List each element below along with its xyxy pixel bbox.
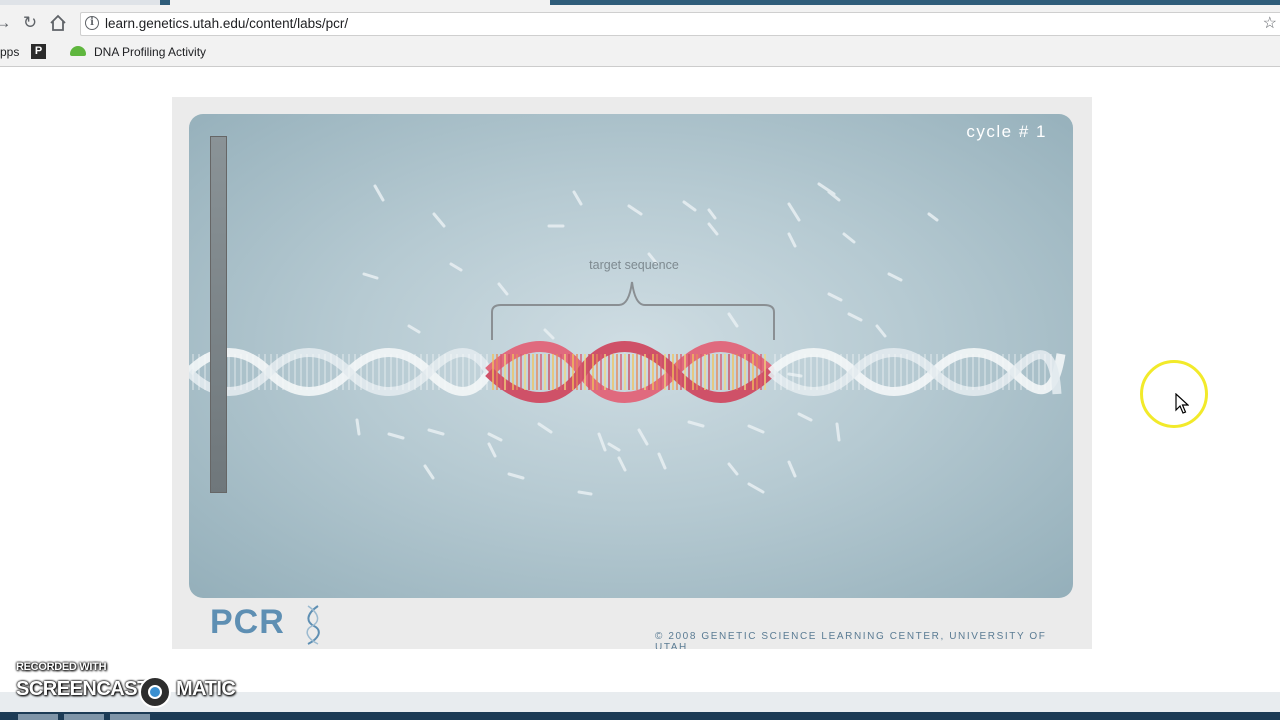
home-icon[interactable] (45, 10, 71, 36)
reload-icon[interactable]: ↻ (17, 10, 43, 36)
watermark-brand-left: SCREENCAST (16, 678, 149, 700)
target-bracket (491, 281, 775, 340)
pcr-logo: PCR (210, 603, 285, 641)
mouse-pointer-icon (1175, 393, 1189, 414)
bookmark-dna-profiling[interactable]: DNA Profiling Activity (94, 45, 206, 59)
cursor-highlight-ring (1140, 360, 1208, 428)
taskbar (0, 712, 1280, 720)
taskbar-item[interactable] (110, 714, 150, 720)
address-bar[interactable]: i learn.genetics.utah.edu/content/labs/p… (80, 12, 1280, 36)
browser-toolbar: → ↻ i learn.genetics.utah.edu/content/la… (0, 5, 1280, 41)
info-icon[interactable]: i (85, 16, 99, 30)
taskbar-item[interactable] (64, 714, 104, 720)
thermocycler-progress-bar (210, 136, 227, 493)
cycle-counter: cycle # 1 (966, 122, 1047, 141)
target-sequence-label: target sequence (589, 258, 679, 272)
bookmark-star-icon[interactable]: ☆ (1263, 13, 1277, 33)
background-dna-left (189, 348, 493, 396)
background-dna-right (767, 348, 1066, 396)
bookmark-p-icon[interactable]: P (31, 44, 46, 59)
forward-icon[interactable]: → (0, 10, 16, 36)
watermark-brand-right: MATIC (176, 678, 236, 700)
pcr-lab-frame: cycle # 1 target sequence PCR © 2008 GEN… (172, 97, 1092, 649)
home-icon-glyph (50, 14, 66, 31)
taskbar-item[interactable] (18, 714, 58, 720)
bookmarks-bar: pps P DNA Profiling Activity (0, 41, 1280, 67)
pcr-simulation[interactable]: cycle # 1 target sequence (189, 114, 1073, 598)
screencast-logo-icon (139, 676, 171, 708)
helix-logo-icon (306, 605, 320, 645)
dna-scene (189, 182, 1066, 496)
watermark-recorded-with: RECORDED WITH (16, 661, 107, 673)
floating-primers (355, 182, 939, 496)
leaf-icon[interactable] (70, 46, 86, 56)
bookmark-apps[interactable]: pps (0, 45, 19, 59)
target-dna-strand (485, 341, 775, 403)
url-text[interactable]: learn.genetics.utah.edu/content/labs/pcr… (105, 16, 348, 31)
copyright-notice: © 2008 GENETIC SCIENCE LEARNING CENTER, … (655, 631, 1047, 649)
